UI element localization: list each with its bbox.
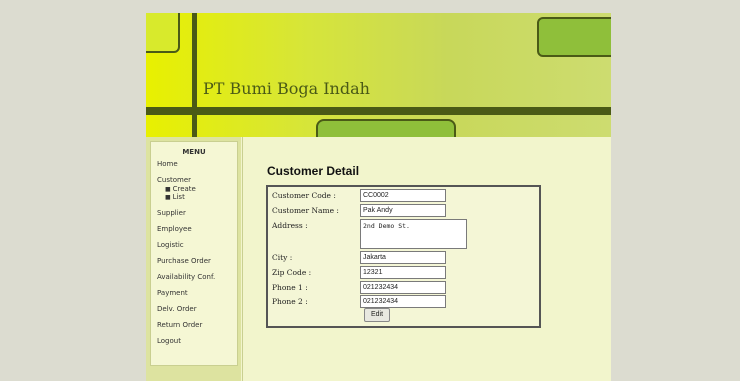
decor-tab (316, 119, 456, 137)
header-banner: PT Bumi Boga Indah (146, 13, 611, 137)
menu-item-availability-conf[interactable]: Availability Conf. (151, 269, 237, 285)
decor-square-left (146, 13, 180, 53)
customer-name-field[interactable]: Pak Andy (360, 204, 446, 217)
decor-square-right (537, 17, 611, 57)
menu-item-customer[interactable]: Customer (151, 175, 237, 185)
menu-item-delv-order[interactable]: Delv. Order (151, 301, 237, 317)
phone-2-field[interactable]: 021232434 (360, 295, 446, 308)
zip-code-label: Zip Code : (272, 268, 312, 277)
menu-item-purchase-order[interactable]: Purchase Order (151, 253, 237, 269)
menu-title: MENU (182, 148, 206, 156)
menu-subitem-list[interactable]: List (151, 193, 237, 201)
decor-horizontal-bar (146, 107, 611, 115)
decor-vertical-bar (192, 13, 197, 137)
menu-item-supplier[interactable]: Supplier (151, 205, 237, 221)
page-title: Customer Detail (267, 164, 360, 178)
menu-subitem-create[interactable]: Create (151, 185, 237, 193)
menu-item-home[interactable]: Home (151, 156, 237, 172)
phone-2-label: Phone 2 : (272, 297, 308, 306)
menu-item-logistic[interactable]: Logistic (151, 237, 237, 253)
customer-code-field[interactable]: CC0002 (360, 189, 446, 202)
menu-panel: MENU Home Customer Create List Supplier … (150, 141, 238, 366)
city-field[interactable]: Jakarta (360, 251, 446, 264)
address-label: Address : (272, 221, 308, 230)
sidebar: MENU Home Customer Create List Supplier … (146, 137, 241, 381)
customer-code-label: Customer Code : (272, 191, 336, 200)
phone-1-field[interactable]: 021232434 (360, 281, 446, 294)
address-field[interactable]: 2nd Demo St. (360, 219, 467, 249)
menu-item-logout[interactable]: Logout (151, 333, 237, 349)
menu-list: Home Customer Create List Supplier Emplo… (151, 156, 237, 349)
site-title: PT Bumi Boga Indah (203, 79, 370, 98)
menu-item-payment[interactable]: Payment (151, 285, 237, 301)
customer-detail-form: Customer Code : CC0002 Customer Name : P… (266, 185, 541, 328)
menu-item-return-order[interactable]: Return Order (151, 317, 237, 333)
city-label: City : (272, 253, 293, 262)
customer-name-label: Customer Name : (272, 206, 339, 215)
main-content: Customer Detail Customer Code : CC0002 C… (242, 137, 611, 381)
menu-item-employee[interactable]: Employee (151, 221, 237, 237)
edit-button[interactable]: Edit (364, 308, 390, 322)
page: PT Bumi Boga Indah MENU Home Customer Cr… (146, 13, 611, 381)
zip-code-field[interactable]: 12321 (360, 266, 446, 279)
phone-1-label: Phone 1 : (272, 283, 308, 292)
